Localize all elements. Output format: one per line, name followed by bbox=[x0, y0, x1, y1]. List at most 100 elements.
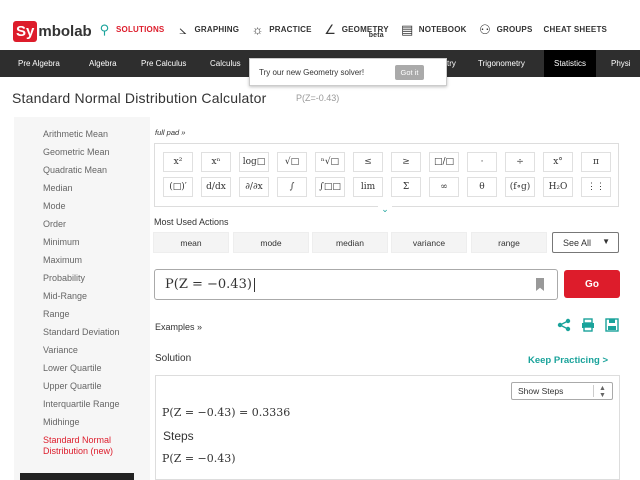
keypad-key[interactable]: θ bbox=[467, 177, 497, 197]
category-pre-calculus[interactable]: Pre Calculus bbox=[131, 50, 196, 77]
keypad-key[interactable]: ≤ bbox=[353, 152, 383, 172]
keypad-key[interactable]: ∫ bbox=[277, 177, 307, 197]
keypad-key[interactable]: ∂/∂x bbox=[239, 177, 269, 197]
sidebar-item-maximum[interactable]: Maximum bbox=[43, 255, 82, 266]
beta-badge: beta bbox=[368, 32, 384, 39]
solution-result: P(Z = −0.43) = 0.3336 bbox=[162, 406, 291, 419]
sidebar-item-lower-quartile[interactable]: Lower Quartile bbox=[43, 363, 102, 374]
keypad-key[interactable]: d/dx bbox=[201, 177, 231, 197]
math-input-value: P(Z = −0.43) bbox=[165, 277, 252, 292]
sidebar-item-probability[interactable]: Probability bbox=[43, 273, 85, 284]
sidebar-item-median[interactable]: Median bbox=[43, 183, 73, 194]
notebook-icon: ▤ bbox=[401, 21, 414, 37]
graph-icon: ⦣ bbox=[179, 21, 187, 37]
keypad-key[interactable]: (f∘g) bbox=[505, 177, 535, 197]
keypad-key[interactable]: x° bbox=[543, 152, 573, 172]
angle-icon: ∠ bbox=[324, 21, 337, 37]
share-icon[interactable] bbox=[555, 318, 573, 334]
category-statistics[interactable]: Statistics bbox=[544, 50, 597, 77]
sidebar-item-minimum[interactable]: Minimum bbox=[43, 237, 80, 248]
action-range-button[interactable]: range bbox=[471, 232, 547, 253]
keypad-key[interactable]: · bbox=[467, 152, 497, 172]
sidebar-item-mode[interactable]: Mode bbox=[43, 201, 66, 212]
keypad-key[interactable]: √□ bbox=[277, 152, 307, 172]
go-button[interactable]: Go bbox=[564, 270, 620, 298]
category-trigonometry[interactable]: Trigonometry bbox=[468, 50, 535, 77]
keypad-key[interactable]: ∞ bbox=[429, 177, 459, 197]
groups-icon: ⚇ bbox=[479, 21, 492, 37]
symbolab-logo[interactable]: Sy mbolab bbox=[13, 18, 92, 44]
nav-label: PRACTICE bbox=[269, 25, 312, 34]
sidebar-item-mid-range[interactable]: Mid-Range bbox=[43, 291, 87, 302]
sidebar-item-standard-deviation[interactable]: Standard Deviation bbox=[43, 327, 120, 338]
action-median-button[interactable]: median bbox=[312, 232, 388, 253]
sidebar-item-upper-quartile[interactable]: Upper Quartile bbox=[43, 381, 102, 392]
keypad-key[interactable]: xⁿ bbox=[201, 152, 231, 172]
nav-label: GROUPS bbox=[496, 25, 533, 34]
nav-solutions[interactable]: ⚲ SOLUTIONS bbox=[97, 21, 165, 37]
category-physi[interactable]: Physi bbox=[601, 50, 640, 77]
share-toolbar bbox=[555, 318, 627, 334]
category-pre-algebra[interactable]: Pre Algebra bbox=[8, 50, 70, 77]
keypad-key[interactable]: ∫□□ bbox=[315, 177, 345, 197]
caret-down-icon: ▼ bbox=[602, 237, 610, 246]
keypad-key[interactable]: π bbox=[581, 152, 611, 172]
nav-notebook[interactable]: ▤ NOTEBOOK bbox=[400, 22, 467, 37]
keypad-key[interactable]: H₂O bbox=[543, 177, 573, 197]
nav-label: CHEAT SHEETS bbox=[543, 25, 608, 34]
keypad-key[interactable]: ⋮⋮ bbox=[581, 177, 611, 197]
full-pad-link[interactable]: full pad » bbox=[155, 128, 185, 137]
text-cursor bbox=[253, 277, 255, 292]
search-icon: ⚲ bbox=[99, 21, 110, 37]
nav-graphing[interactable]: ⦣ GRAPHING bbox=[175, 22, 239, 37]
page-title: Standard Normal Distribution Calculator bbox=[12, 90, 267, 106]
see-all-label: See All bbox=[563, 237, 592, 248]
nav-label: NOTEBOOK bbox=[418, 25, 467, 34]
nav-label: GRAPHING bbox=[194, 25, 240, 34]
sidebar-item-arithmetic-mean[interactable]: Arithmetic Mean bbox=[43, 129, 108, 140]
action-variance-button[interactable]: variance bbox=[391, 232, 467, 253]
keypad-key[interactable]: ÷ bbox=[505, 152, 535, 172]
category-algebra[interactable]: Algebra bbox=[79, 50, 127, 77]
sidebar-dark-bar bbox=[20, 473, 134, 480]
got-it-button[interactable]: Got it bbox=[395, 65, 424, 80]
geometry-tooltip: Try our new Geometry solver! Got it bbox=[249, 58, 447, 86]
sidebar-item-range[interactable]: Range bbox=[43, 309, 70, 320]
show-steps-select[interactable]: Show Steps ▲ ▼ bbox=[511, 382, 613, 400]
sidebar-item-standard-normal-distribution-new[interactable]: Standard Normal Distribution (new) bbox=[43, 435, 113, 457]
sidebar-item-geometric-mean[interactable]: Geometric Mean bbox=[43, 147, 110, 158]
save-icon[interactable] bbox=[603, 318, 621, 334]
keypad-key[interactable]: x² bbox=[163, 152, 193, 172]
sidebar-item-interquartile-range[interactable]: Interquartile Range bbox=[43, 399, 120, 410]
nav-geometry[interactable]: ∠ GEOMETRY beta bbox=[323, 21, 389, 40]
action-mode-button[interactable]: mode bbox=[233, 232, 309, 253]
action-mean-button[interactable]: mean bbox=[153, 232, 229, 253]
see-all-dropdown[interactable]: See All ▼ bbox=[552, 232, 619, 253]
keypad-key[interactable]: (□)′ bbox=[163, 177, 193, 197]
sidebar-item-midhinge[interactable]: Midhinge bbox=[43, 417, 80, 428]
sidebar-item-variance[interactable]: Variance bbox=[43, 345, 78, 356]
sidebar-item-order[interactable]: Order bbox=[43, 219, 66, 230]
top-navbar: Sy mbolab ⚲ SOLUTIONS ⦣ GRAPHING ☼ PRACTICE ∠ GE… bbox=[0, 0, 640, 50]
nav-groups[interactable]: ⚇ GROUPS bbox=[478, 22, 533, 37]
keypad-key[interactable]: log□ bbox=[239, 152, 269, 172]
keep-practicing-link[interactable]: Keep Practicing > bbox=[528, 355, 608, 366]
category-calculus[interactable]: Calculus bbox=[200, 50, 251, 77]
sidebar-item-quadratic-mean[interactable]: Quadratic Mean bbox=[43, 165, 107, 176]
chevron-down-icon[interactable]: ⌄ bbox=[378, 204, 392, 214]
sidebar: Arithmetic Mean Geometric Mean Quadratic M… bbox=[14, 117, 150, 480]
nav-cheat-sheets[interactable]: CHEAT SHEETS bbox=[543, 25, 607, 34]
keypad-key[interactable]: ≥ bbox=[391, 152, 421, 172]
step-expression: P(Z = −0.43) bbox=[162, 452, 236, 465]
examples-link[interactable]: Examples » bbox=[155, 322, 202, 332]
keypad-key[interactable]: lim bbox=[353, 177, 383, 197]
steps-heading: Steps bbox=[163, 429, 194, 443]
keypad-key[interactable]: Σ bbox=[391, 177, 421, 197]
nav-practice[interactable]: ☼ PRACTICE bbox=[250, 22, 312, 37]
solution-label: Solution bbox=[155, 353, 192, 364]
print-icon[interactable] bbox=[579, 318, 597, 334]
keypad-key[interactable]: ⁿ√□ bbox=[315, 152, 345, 172]
keypad-key[interactable]: □/□ bbox=[429, 152, 459, 172]
math-input[interactable]: P(Z = −0.43) bbox=[154, 269, 558, 300]
nav-label: SOLUTIONS bbox=[116, 25, 165, 34]
